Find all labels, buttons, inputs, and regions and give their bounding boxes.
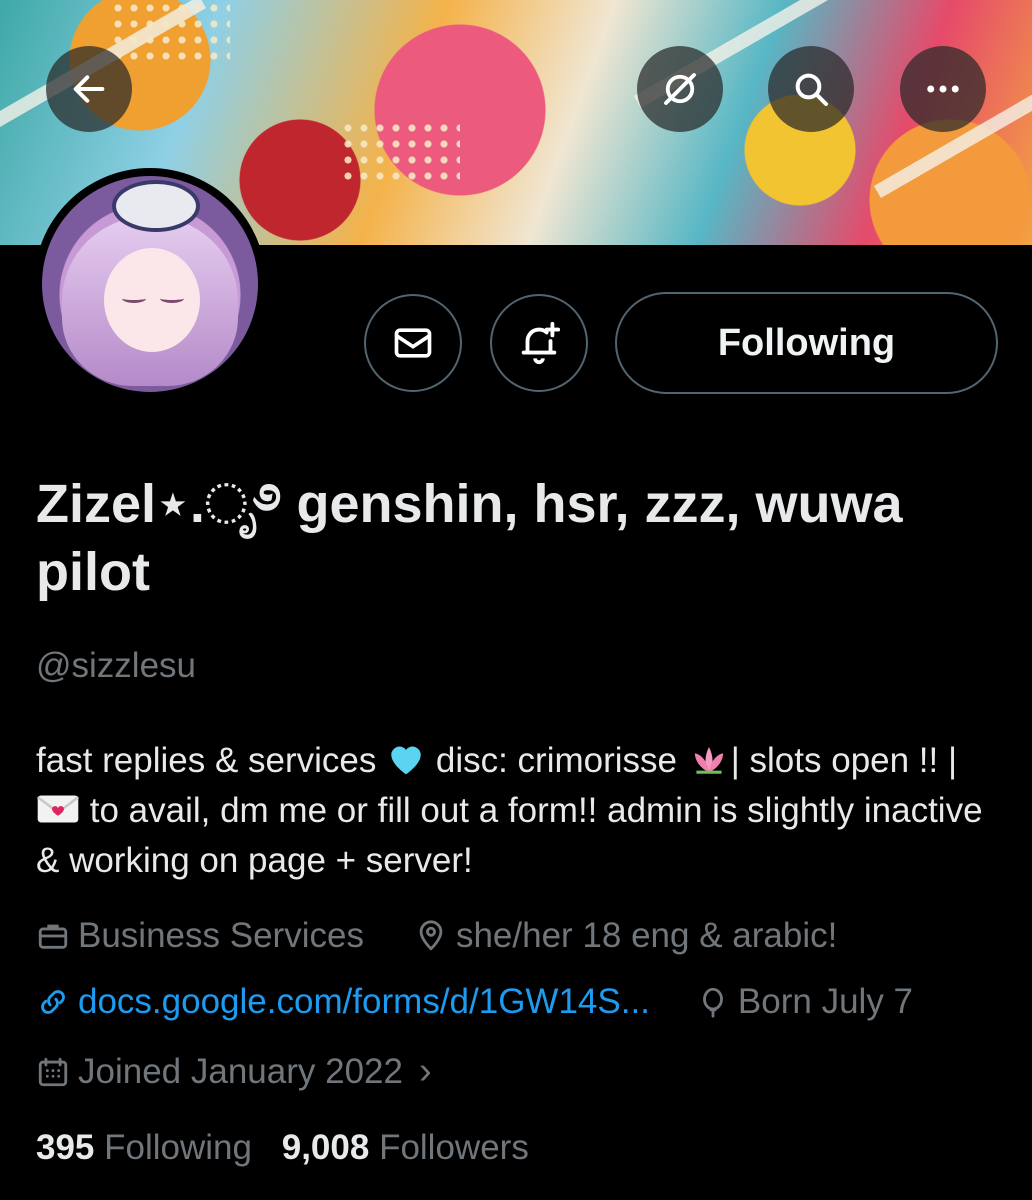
back-button[interactable] [46,46,132,132]
location-item: she/her 18 eng & arabic! [414,916,837,956]
bell-plus-icon [521,321,561,365]
bio-text: disc: crimorisse [426,741,687,780]
following-count: 395 [36,1128,95,1167]
display-name: Zizel⋆.ೃ࿔ genshin, hsr, zzz, wuwa pilot [36,474,903,602]
followers-stat[interactable]: 9,008 Followers [282,1128,529,1167]
arrow-left-icon [73,75,105,103]
category-item: Business Services [36,916,364,956]
user-handle: @sizzlesu [36,646,197,685]
joined-item[interactable]: Joined January 2022 › [36,1050,432,1093]
profile-meta-row-1: Business Services she/her 18 eng & arabi… [36,916,837,956]
notifications-button[interactable] [490,294,588,392]
profile-meta-row-2: docs.google.com/forms/d/1GW14S... Born J… [36,982,913,1022]
more-horizontal-icon [927,85,959,93]
link-icon [41,990,65,1014]
grok-slash-icon [664,73,696,105]
followers-count: 9,008 [281,1128,370,1167]
blue-heart-icon [386,740,426,788]
avatar[interactable] [34,168,266,400]
balloon-icon [703,987,723,1018]
profile-bio: fast replies & services disc: crimorisse… [36,738,996,884]
bio-text: to avail, dm me or fill out a form!! adm… [36,791,983,880]
location-pin-icon [419,920,443,951]
followers-label: Followers [379,1128,529,1167]
mail-icon [394,328,432,358]
bio-text: | slots open !! | [730,741,958,780]
birthday-text: Born July 7 [737,982,914,1021]
bio-text: fast replies & services [36,741,387,780]
calendar-icon [38,1057,68,1086]
following-button[interactable]: Following [615,292,998,394]
following-label: Following [104,1128,252,1167]
lotus-icon [687,740,731,788]
website-text[interactable]: docs.google.com/forms/d/1GW14S... [78,982,650,1022]
website-link[interactable]: docs.google.com/forms/d/1GW14S... [36,982,650,1022]
more-button[interactable] [900,46,986,132]
category-text: Business Services [78,916,364,955]
love-letter-icon [36,792,80,838]
chevron-right-icon: › [418,1050,432,1092]
birthday-item: Born July 7 [696,982,913,1022]
grok-button[interactable] [637,46,723,132]
search-button[interactable] [768,46,854,132]
location-text: she/her 18 eng & arabic! [455,916,838,955]
joined-text: Joined January 2022 [78,1051,403,1091]
following-stat[interactable]: 395 Following [36,1128,252,1167]
profile-meta-row-3[interactable]: Joined January 2022 › [36,1050,432,1093]
briefcase-icon [38,924,68,949]
message-button[interactable] [364,294,462,392]
follow-stats: 395 Following 9,008 Followers [36,1128,529,1168]
search-icon [795,73,828,106]
avatar-image [42,176,258,392]
